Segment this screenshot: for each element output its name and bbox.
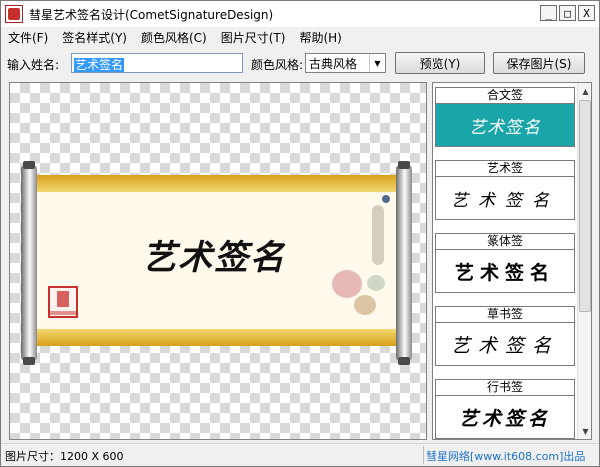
name-label: 输入姓名: <box>7 58 60 72</box>
style-card-title: 行书签 <box>435 379 575 395</box>
scroll-left-rod <box>21 165 37 361</box>
menu-bar: 文件(F) 签名样式(Y) 颜色风格(C) 图片尺寸(T) 帮助(H) <box>1 27 599 47</box>
style-card-title: 艺术签 <box>435 160 575 176</box>
app-window: 彗星艺术签名设计(CometSignatureDesign) _ □ X 文件(… <box>0 0 600 467</box>
style-card-title: 合文签 <box>435 87 575 103</box>
style-card-preview[interactable]: 艺术签名 <box>435 249 575 293</box>
menu-help[interactable]: 帮助(H) <box>292 29 348 46</box>
scroll-left-cap-top <box>23 161 35 169</box>
style-card-sample: 艺术签名 <box>469 117 541 138</box>
flower-decoration <box>332 270 362 298</box>
credit-link[interactable]: 彗星网络[www.it608.com]出品 <box>426 448 585 464</box>
scroll-left-cap-bottom <box>23 357 35 365</box>
style-card-preview[interactable]: 艺术签名 <box>435 103 575 147</box>
status-bar: 图片尺寸：1200 X 600 彗星网络[www.it608.com]出品 <box>1 443 599 466</box>
style-card-preview[interactable]: 艺术签名 <box>435 176 575 220</box>
title-bar: 彗星艺术签名设计(CometSignatureDesign) _ □ X <box>1 1 599 27</box>
name-input-value: 艺术签名 <box>74 58 125 72</box>
style-panel-scrollbar[interactable]: ▲ ▼ <box>577 83 591 439</box>
toolbar: 输入姓名: 艺术签名 颜色风格: 古典风格 ▼ 预览(Y) 保存图片(S) <box>1 49 599 77</box>
bird-decoration <box>382 195 390 203</box>
app-icon <box>5 5 23 23</box>
scroll-down-icon[interactable]: ▼ <box>578 423 591 439</box>
style-card-yishu[interactable]: 艺术签 艺术签名 <box>435 160 575 220</box>
menu-color-style[interactable]: 颜色风格(C) <box>134 29 214 46</box>
color-style-label: 颜色风格: <box>251 58 304 72</box>
branch-decoration <box>372 205 384 265</box>
color-style-select[interactable]: 古典风格 ▼ <box>305 53 386 73</box>
name-input[interactable]: 艺术签名 <box>71 53 243 73</box>
style-card-caoshu[interactable]: 草书签 艺术签名 <box>435 306 575 366</box>
style-card-title: 篆体签 <box>435 233 575 249</box>
style-card-preview[interactable]: 艺术签名 <box>435 395 575 439</box>
style-card-sample: 艺术签名 <box>451 190 559 211</box>
minimize-button[interactable]: _ <box>540 5 557 21</box>
style-card-preview[interactable]: 艺术签名 <box>435 322 575 366</box>
close-button[interactable]: X <box>578 5 595 21</box>
style-card-zhuanti[interactable]: 篆体签 艺术签名 <box>435 233 575 293</box>
preview-canvas: 艺术签名 <box>9 82 427 440</box>
flower-decoration <box>354 295 376 315</box>
style-card-sample: 艺术签名 <box>450 334 559 357</box>
image-size-status: 图片尺寸：1200 X 600 <box>5 450 124 463</box>
style-card-xingshu[interactable]: 行书签 艺术签名 <box>435 379 575 439</box>
style-panel: 合文签 艺术签名 艺术签 艺术签名 篆体签 艺术签名 草书签 艺术签名 行书签 <box>432 82 592 440</box>
scroll-right-cap-bottom <box>398 357 410 365</box>
save-image-button[interactable]: 保存图片(S) <box>493 52 585 74</box>
menu-signature-style[interactable]: 签名样式(Y) <box>55 29 134 46</box>
style-card-sample: 艺术签名 <box>454 261 555 284</box>
status-divider <box>423 446 424 464</box>
maximize-button[interactable]: □ <box>559 5 576 21</box>
scroll-up-icon[interactable]: ▲ <box>578 83 591 99</box>
flower-decoration <box>367 275 385 291</box>
dropdown-arrow-icon[interactable]: ▼ <box>369 54 385 72</box>
red-seal-stamp <box>48 286 78 318</box>
window-title: 彗星艺术签名设计(CometSignatureDesign) <box>29 7 274 22</box>
menu-image-size[interactable]: 图片尺寸(T) <box>214 29 293 46</box>
menu-file[interactable]: 文件(F) <box>1 29 55 46</box>
style-card-hewen[interactable]: 合文签 艺术签名 <box>435 87 575 147</box>
style-card-sample: 艺术签名 <box>458 407 551 430</box>
signature-preview-text: 艺术签名 <box>142 238 286 278</box>
style-card-title: 草书签 <box>435 306 575 322</box>
scroll-paper: 艺术签名 <box>32 175 399 346</box>
scroll-right-rod <box>396 165 412 361</box>
scroll-right-cap-top <box>398 161 410 169</box>
window-controls: _ □ X <box>540 5 595 21</box>
scrollbar-thumb[interactable] <box>579 100 591 312</box>
color-style-value: 古典风格 <box>309 56 358 71</box>
preview-button[interactable]: 预览(Y) <box>395 52 485 74</box>
